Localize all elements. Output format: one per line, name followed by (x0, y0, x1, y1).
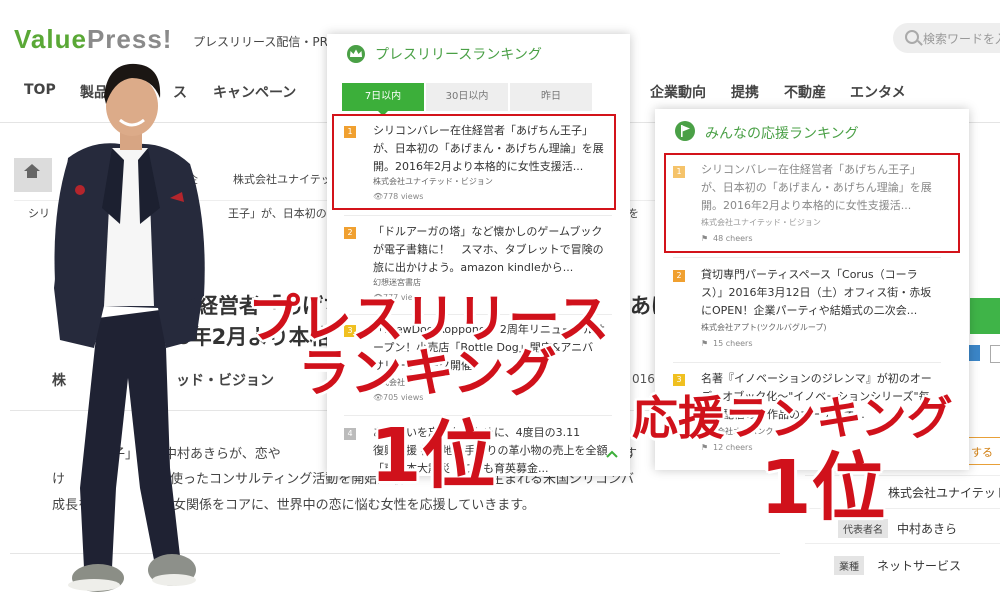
item-title[interactable]: シリコンバレー在住経営者「あげちん王子」 が、日本初の「あげまん・あげちん理論」… (373, 122, 604, 176)
item-title-line: ス）」2016年3月12日（土）オフィス街・赤坂 (701, 286, 932, 299)
press-ranking-title: プレスリリースランキング (375, 47, 542, 63)
search-icon (905, 30, 919, 44)
item-title-line: シリコンバレー在住経営者「あげちん王子」 (373, 124, 593, 137)
item-company: 株式会社アプト(ツクルバグループ) (701, 323, 827, 332)
nav-item-entertainment[interactable]: エンタメ (850, 82, 906, 102)
nav-item-partnership[interactable]: 提携 (731, 82, 759, 102)
press-ranking-panel: プレスリリースランキング 7日以内 30日以内 昨日 1 シリコンバレー在住経営… (327, 34, 630, 476)
item-title-line: 旅に出かけよう。amazon kindleから... (373, 261, 574, 274)
article-date: 016 (632, 372, 655, 386)
item-company: 幻想迷宮書店 (373, 278, 421, 287)
item-title[interactable]: 貸切専門パーティスペース「Corus（コーラ ス）」2016年3月12日（土）オ… (701, 266, 931, 320)
follow-button-label: する (971, 446, 993, 459)
rep-value: 中村あきら (897, 522, 958, 536)
share-button[interactable] (990, 345, 1000, 363)
overlay-press-line2: ランキング (298, 344, 557, 404)
item-title-line: 開。2016年2月より本格的に女性支援活... (373, 160, 584, 173)
industry-label: 業種 (834, 556, 864, 575)
item-divider (344, 215, 612, 216)
item-title-line: が電子書籍に！ スマホ、タブレットで冒険の (373, 243, 604, 256)
overlay-cheer-rank: 1位 (760, 445, 886, 531)
cheer-ranking-title: みんなの応援ランキング (705, 126, 859, 142)
item-company: 株式会社ユナイテッド・ビジョン (373, 177, 493, 186)
item-divider (673, 362, 941, 363)
tab-7days[interactable]: 7日以内 (342, 83, 424, 116)
item-company: 株式会社ユナイテッド・ビジョン (701, 218, 821, 227)
rank-badge: 1 (344, 126, 356, 138)
cheer-button[interactable] (970, 298, 1000, 334)
company-name-value[interactable]: 株式会社ユナイテッド (888, 484, 1000, 501)
rank-badge: 4 (344, 428, 356, 440)
rank-badge: 3 (673, 374, 685, 386)
search-box[interactable]: 検索ワードを入 (893, 23, 1000, 53)
item-title-line: シリコンバレー在住経営者「あげちん王子」 (701, 163, 921, 176)
overlay-cheer-line1: 応援ランキング (632, 391, 953, 445)
rank-badge: 2 (673, 270, 685, 282)
flag-icon (675, 121, 695, 141)
flag-small-icon: ⚑ (701, 234, 709, 243)
press-ranking-tabs: 7日以内 30日以内 昨日 (342, 83, 592, 116)
search-input[interactable]: 検索ワードを入 (923, 30, 1000, 47)
item-title-line: が、日本初の「あげまん・あげちん理論」を展 (701, 181, 932, 194)
item-cheers: 48 cheers (713, 234, 753, 243)
item-title-line: 「ドルアーガの塔」など懐かしのゲームブック (373, 225, 603, 238)
flag-small-icon: ⚑ (701, 339, 709, 348)
rank-badge: 1 (673, 166, 685, 178)
overlay-press-line1: プレスリリース (248, 290, 610, 350)
rank-badge: 2 (344, 227, 356, 239)
industry-value: ネットサービス (877, 559, 962, 573)
item-title-line: 名著『イノベーションのジレンマ』が初のオー (701, 372, 932, 385)
tab-30days[interactable]: 30日以内 (426, 83, 508, 111)
item-divider (673, 257, 941, 258)
item-title-line: 貸切専門パーティスペース「Corus（コーラ (701, 268, 918, 281)
nav-item-corporate[interactable]: 企業動向 (650, 82, 706, 102)
item-title-line: にOPEN！企業パーティや結婚式の二次会... (701, 304, 918, 317)
overlay-press-rank: 1位 (370, 413, 496, 499)
item-title-line: 開。2016年2月より本格的に女性支援活... (701, 199, 912, 212)
item-cheers: 15 cheers (713, 339, 753, 348)
eye-icon: 👁 (373, 192, 384, 201)
tab-yesterday[interactable]: 昨日 (510, 83, 592, 111)
item-title-line: が、日本初の「あげまん・あげちん理論」を展 (373, 142, 604, 155)
chevron-up-icon[interactable] (606, 450, 618, 458)
person-photo (54, 63, 205, 592)
crown-icon (347, 45, 365, 63)
nav-item-realestate[interactable]: 不動産 (784, 82, 826, 102)
item-title[interactable]: シリコンバレー在住経営者「あげちん王子」 が、日本初の「あげまん・あげちん理論」… (701, 161, 932, 215)
item-views: 778 views (383, 192, 424, 201)
item-title[interactable]: 「ドルアーガの塔」など懐かしのゲームブック が電子書籍に！ スマホ、タブレットで… (373, 223, 604, 277)
info-divider (805, 543, 1000, 544)
